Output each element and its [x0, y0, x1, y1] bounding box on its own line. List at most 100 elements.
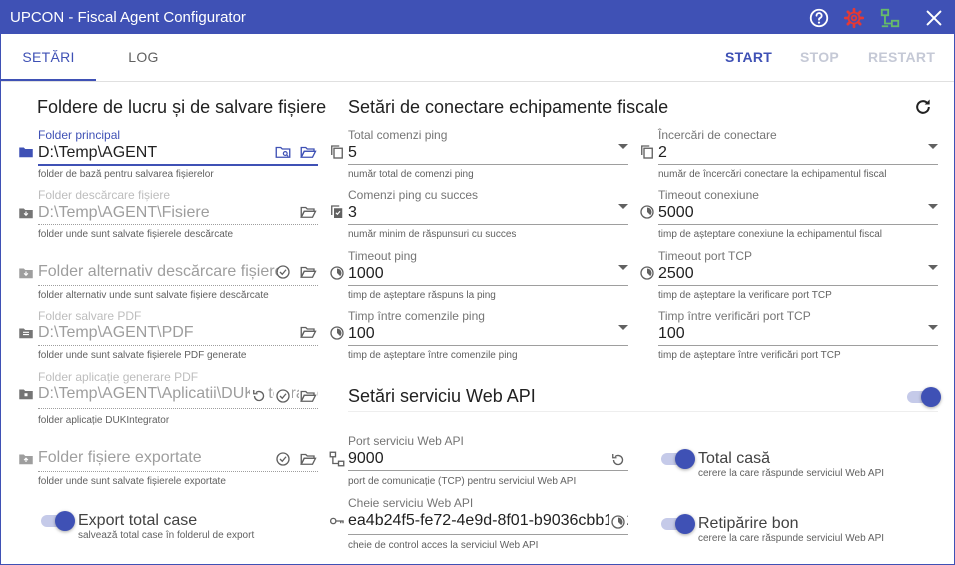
chevron-down-icon[interactable] [618, 265, 628, 270]
incercari-hint: număr de încercări conectare la echipame… [658, 169, 887, 180]
timp-tcp-select[interactable]: 100 [658, 325, 685, 343]
chevron-down-icon[interactable] [928, 265, 938, 270]
folder-principal-label: Folder principal [38, 128, 121, 142]
webapi-port-hint: port de comunicație (TCP) pentru servici… [348, 476, 577, 487]
help-icon[interactable] [808, 7, 830, 29]
folder-aplicatie-hint: folder aplicație DUKIntegrator [38, 415, 170, 426]
timp-ping-field[interactable]: Timp între comenzile ping 100 timp de aș… [348, 309, 628, 361]
chevron-down-icon[interactable] [618, 144, 628, 149]
export-total-case-label: Export total case [78, 512, 198, 529]
timer-icon [330, 266, 344, 280]
total-ping-label: Total comenzi ping [348, 128, 448, 142]
timeout-ping-field[interactable]: Timeout ping 1000 timp de așteptare răsp… [348, 249, 628, 301]
folder-pdf-input[interactable]: D:\Temp\AGENT\PDF [38, 324, 293, 342]
timp-tcp-label: Timp între verificări port TCP [658, 309, 811, 323]
tab-log[interactable]: LOG [96, 34, 191, 81]
restart-button[interactable]: RESTART [868, 34, 935, 81]
tab-setari[interactable]: SETĂRI [1, 34, 96, 81]
folder-download-icon [19, 208, 33, 219]
check-circle-icon[interactable] [274, 263, 292, 281]
timeout-tcp-underline [658, 285, 938, 286]
check-circle-icon[interactable] [274, 387, 292, 405]
stop-button[interactable]: STOP [800, 34, 839, 81]
chevron-down-icon[interactable] [928, 325, 938, 330]
folder-open-icon[interactable] [299, 263, 317, 281]
export-total-case-toggle[interactable] [41, 511, 75, 531]
total-casa-toggle[interactable] [661, 449, 695, 469]
folder-pdf-field[interactable]: Folder salvare PDF D:\Temp\AGENT\PDF fol… [38, 309, 318, 361]
folder-open-icon[interactable] [299, 323, 317, 341]
timp-tcp-hint: timp de așteptare între verificări port … [658, 350, 841, 361]
ping-succes-field[interactable]: Comenzi ping cu succes 3 număr minim de … [348, 188, 628, 240]
section-divider [348, 411, 938, 412]
timeout-conexiune-field[interactable]: Timeout conexiune 5000 timp de așteptare… [658, 188, 938, 240]
reset-icon[interactable] [250, 387, 268, 405]
webapi-enabled-toggle[interactable] [907, 387, 941, 407]
copy-icon [641, 145, 653, 159]
total-ping-select[interactable]: 5 [348, 144, 357, 162]
folder-alternativ-input[interactable]: Folder alternativ descărcare fișiere [38, 263, 278, 281]
webapi-port-underline [348, 470, 628, 471]
copy-icon [331, 145, 343, 159]
webapi-cheie-underline [348, 534, 628, 535]
timeout-ping-select[interactable]: 1000 [348, 265, 384, 283]
incercari-field[interactable]: Încercări de conectare 2 număr de încerc… [658, 128, 938, 180]
total-ping-underline [348, 164, 628, 165]
webapi-cheie-input[interactable]: ea4b24f5-fe72-4e9d-8f01-b9036cbb1f22 [348, 512, 628, 530]
network-icon[interactable] [879, 7, 901, 29]
folder-search-icon[interactable] [274, 143, 292, 161]
timp-ping-select[interactable]: 100 [348, 325, 375, 343]
timeout-tcp-label: Timeout port TCP [658, 249, 753, 263]
folder-exportate-underline [38, 471, 318, 472]
folder-open-icon[interactable] [299, 450, 317, 468]
folder-open-icon[interactable] [299, 387, 317, 405]
webapi-port-field[interactable]: Port serviciu Web API 9000 port de comun… [348, 434, 628, 487]
webapi-section-title: Setări serviciu Web API [348, 386, 536, 406]
chevron-down-icon[interactable] [928, 204, 938, 209]
timeout-ping-label: Timeout ping [348, 249, 417, 263]
folder-exportate-input[interactable]: Folder fișiere exportate [38, 449, 268, 467]
reset-icon[interactable] [609, 451, 627, 469]
network-icon [329, 451, 345, 467]
timeout-tcp-field[interactable]: Timeout port TCP 2500 timp de așteptare … [658, 249, 938, 301]
start-button[interactable]: START [725, 34, 772, 81]
total-ping-field[interactable]: Total comenzi ping 5 număr total de come… [348, 128, 628, 180]
webapi-cheie-hint: cheie de control acces la serviciul Web … [348, 540, 539, 551]
folder-app-icon [19, 389, 33, 400]
total-ping-hint: număr total de comenzi ping [348, 169, 474, 180]
check-circle-icon[interactable] [274, 450, 292, 468]
chevron-down-icon[interactable] [618, 325, 628, 330]
folder-pdf-label: Folder salvare PDF [38, 309, 142, 323]
copy-check-icon [331, 205, 343, 218]
incercari-select[interactable]: 2 [658, 144, 667, 162]
folder-descarcare-hint: folder unde sunt salvate fișierele descă… [38, 229, 234, 240]
tab-bar: SETĂRI LOG START STOP RESTART [1, 34, 954, 82]
folder-descarcare-field[interactable]: Folder descărcare fișiere D:\Temp\AGENT\… [38, 188, 318, 240]
folder-principal-input[interactable]: D:\Temp\AGENT [38, 144, 268, 162]
refresh-icon[interactable] [913, 97, 933, 117]
timeout-conexiune-select[interactable]: 5000 [658, 204, 694, 222]
incercari-underline [658, 164, 938, 165]
key-icon [329, 517, 344, 525]
settings-gear-icon[interactable] [843, 7, 865, 29]
folder-aplicatie-underline [38, 408, 318, 409]
timeout-conexiune-underline [658, 224, 938, 225]
folder-open-icon[interactable] [299, 143, 317, 161]
webapi-port-input[interactable]: 9000 [348, 450, 384, 468]
folder-pdf-underline [38, 345, 318, 346]
total-casa-hint: cerere la care răspunde serviciul Web AP… [698, 468, 885, 479]
folder-descarcare-input[interactable]: D:\Temp\AGENT\Fisiere [38, 204, 293, 222]
timeout-conexiune-label: Timeout conexiune [658, 188, 759, 202]
close-icon[interactable] [923, 7, 945, 29]
retiparire-bon-toggle[interactable] [661, 514, 695, 534]
timp-tcp-field[interactable]: Timp între verificări port TCP 100 timp … [658, 309, 938, 361]
chevron-down-icon[interactable] [618, 204, 628, 209]
folder-open-icon[interactable] [299, 203, 317, 221]
timeout-ping-hint: timp de așteptare răspuns la ping [348, 290, 496, 301]
webapi-cheie-field[interactable]: Cheie serviciu Web API ea4b24f5-fe72-4e9… [348, 496, 628, 552]
timeout-tcp-select[interactable]: 2500 [658, 265, 694, 283]
timer-icon[interactable] [609, 513, 627, 531]
timp-ping-label: Timp între comenzile ping [348, 309, 485, 323]
ping-succes-select[interactable]: 3 [348, 204, 357, 222]
chevron-down-icon[interactable] [928, 144, 938, 149]
